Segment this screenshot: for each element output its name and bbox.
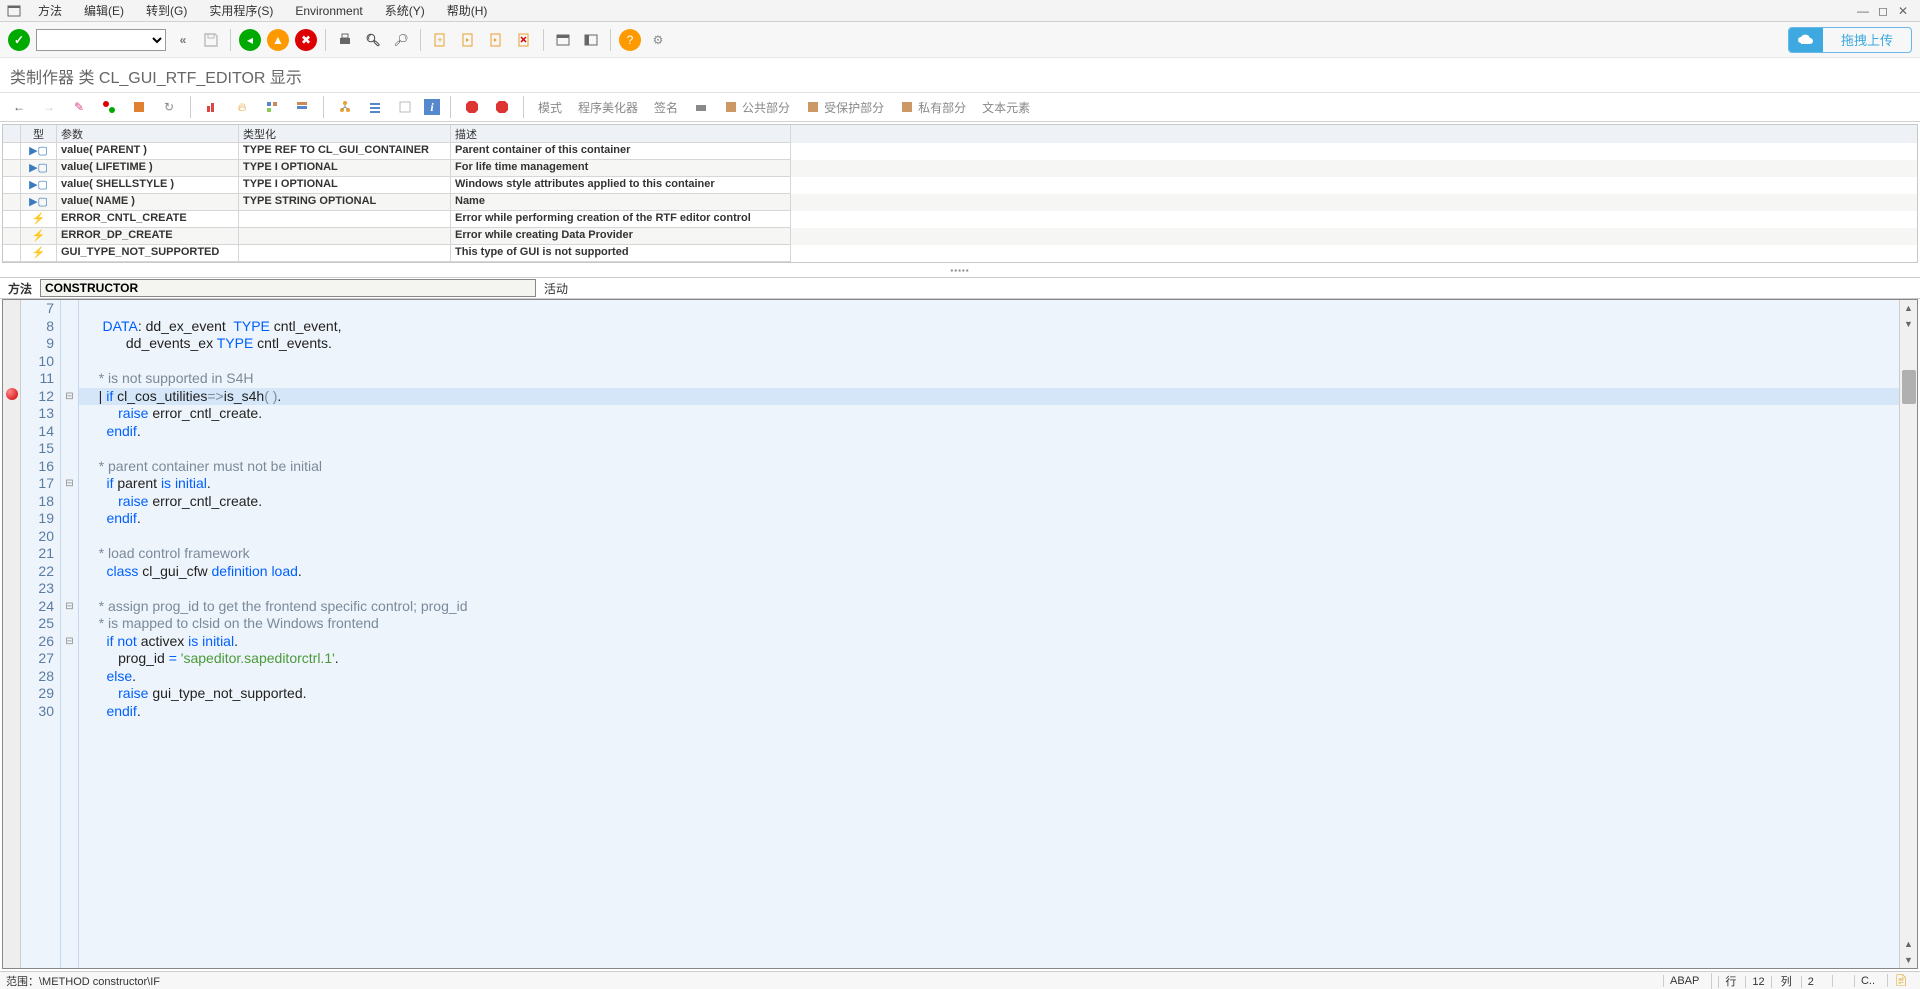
settings-icon[interactable]: ⚙: [647, 29, 669, 51]
minimize-icon[interactable]: ―: [1856, 4, 1870, 18]
display-change-icon[interactable]: ✎: [68, 96, 90, 118]
doc-left-icon[interactable]: [457, 29, 479, 51]
menu-method[interactable]: 方法: [28, 0, 72, 21]
inactive-icon[interactable]: [128, 96, 150, 118]
back-button[interactable]: ◂: [239, 29, 261, 51]
table-row[interactable]: ▶▢value( SHELLSTYLE )TYPE I OPTIONALWind…: [3, 177, 1917, 194]
doc-right-icon[interactable]: [485, 29, 507, 51]
col-type: 型: [21, 125, 57, 143]
refresh-icon[interactable]: ↻: [158, 96, 180, 118]
stop1-icon[interactable]: [461, 96, 483, 118]
info-icon[interactable]: i: [424, 99, 440, 115]
menu-environment[interactable]: Environment: [285, 2, 372, 20]
parameters-table: 型 参数 类型化 描述 ▶▢value( PARENT )TYPE REF TO…: [2, 124, 1918, 263]
collapse-icon[interactable]: «: [172, 29, 194, 51]
scroll-down-small-icon[interactable]: ▼: [1900, 316, 1917, 332]
method-header: 方法 活动: [0, 277, 1920, 299]
find-next-icon[interactable]: 🔎︎: [390, 29, 412, 51]
col-param: 参数: [57, 125, 239, 143]
tree1-icon[interactable]: [334, 96, 356, 118]
table-row[interactable]: ▶▢value( LIFETIME )TYPE I OPTIONALFor li…: [3, 160, 1917, 177]
code-editor[interactable]: 7891011121314151617181920212223242526272…: [2, 299, 1918, 969]
menu-system[interactable]: 系统(Y): [375, 0, 435, 21]
maximize-icon[interactable]: ◻: [1876, 4, 1890, 18]
status-mode: C..: [1854, 975, 1881, 987]
method-label: 方法: [0, 280, 40, 297]
status-bar: 范围：\METHOD constructor\IF ABAP 行 12 列 2 …: [0, 971, 1920, 989]
scope-text: 范围：\METHOD constructor\IF: [6, 973, 160, 989]
check-icon[interactable]: [201, 96, 223, 118]
upload-dropzone[interactable]: 拖拽上传: [1788, 27, 1912, 53]
print-icon[interactable]: [334, 29, 356, 51]
window-controls: ― ◻ ✕: [1856, 4, 1914, 18]
signature-label[interactable]: 签名: [650, 99, 682, 116]
public-section-label[interactable]: 公共部分: [720, 99, 794, 116]
table-row[interactable]: ⚡ERROR_CNTL_CREATEError while performing…: [3, 211, 1917, 228]
print2-icon[interactable]: [690, 96, 712, 118]
table-row[interactable]: ▶▢value( PARENT )TYPE REF TO CL_GUI_CONT…: [3, 143, 1917, 160]
mode-label[interactable]: 模式: [534, 99, 566, 116]
status-lang: ABAP: [1663, 975, 1705, 987]
where-used-icon[interactable]: [261, 96, 283, 118]
fold-gutter[interactable]: ⊟⊟⊟⊟: [61, 300, 79, 968]
doc-cancel-icon[interactable]: [513, 29, 535, 51]
col-typing: 类型化: [239, 125, 451, 143]
nav-back-icon[interactable]: ←: [8, 96, 30, 118]
horizontal-splitter[interactable]: ▪▪▪▪▪: [0, 263, 1920, 277]
cloud-upload-icon: [1789, 28, 1823, 52]
system-menu-icon[interactable]: [6, 3, 22, 19]
standard-toolbar: ✓ « ◂ ▲ ✖ 🔍︎ 🔎︎ + ? ⚙ 拖拽上传: [0, 22, 1920, 58]
layout2-icon[interactable]: [580, 29, 602, 51]
breakpoint-gutter[interactable]: [3, 300, 21, 968]
scroll-down-icon[interactable]: ▼: [1900, 952, 1917, 968]
enter-button[interactable]: ✓: [8, 29, 30, 51]
display-object-list-icon[interactable]: [291, 96, 313, 118]
page-title: 类制作器 类 CL_GUI_RTF_EDITOR 显示: [0, 58, 1920, 92]
stop2-icon[interactable]: [491, 96, 513, 118]
find-icon[interactable]: 🔍︎: [362, 29, 384, 51]
new-session-icon[interactable]: +: [429, 29, 451, 51]
save-icon[interactable]: [200, 29, 222, 51]
close-icon[interactable]: ✕: [1896, 4, 1910, 18]
status-position: 行 12 列 2: [1711, 973, 1826, 989]
table-row[interactable]: ⚡GUI_TYPE_NOT_SUPPORTEDThis type of GUI …: [3, 245, 1917, 262]
app-toolbar: ← → ✎ ↻ 🔥︎ i 模式 程序美化器 签名 公共部分 受保护部分 私有部分…: [0, 92, 1920, 122]
layout1-icon[interactable]: [552, 29, 574, 51]
line-number-gutter: 7891011121314151617181920212223242526272…: [21, 300, 61, 968]
code-area[interactable]: DATA: dd_ex_event TYPE cntl_event, dd_ev…: [79, 300, 1899, 968]
method-status: 活动: [536, 280, 576, 297]
vertical-scrollbar[interactable]: ▲ ▼ ▲ ▼: [1899, 300, 1917, 968]
scroll-up-small-icon[interactable]: ▲: [1900, 936, 1917, 952]
other-object-icon[interactable]: [98, 96, 120, 118]
menu-utilities[interactable]: 实用程序(S): [199, 0, 283, 21]
svg-text:+: +: [437, 35, 442, 45]
method-name-field[interactable]: [40, 279, 536, 297]
exit-button[interactable]: ▲: [267, 29, 289, 51]
private-section-label[interactable]: 私有部分: [896, 99, 970, 116]
menu-edit[interactable]: 编辑(E): [74, 0, 134, 21]
activate-icon[interactable]: 🔥︎: [231, 96, 253, 118]
table-header-row: 型 参数 类型化 描述: [3, 125, 1917, 143]
cancel-button[interactable]: ✖: [295, 29, 317, 51]
nav-forward-icon[interactable]: →: [38, 96, 60, 118]
col-desc: 描述: [451, 125, 791, 143]
command-field[interactable]: [36, 29, 166, 51]
table-row[interactable]: ⚡ERROR_DP_CREATEError while creating Dat…: [3, 228, 1917, 245]
menu-goto[interactable]: 转到(G): [136, 0, 197, 21]
breakpoint-icon[interactable]: [6, 388, 18, 400]
status-icon[interactable]: 📄︎: [1887, 974, 1914, 987]
status-empty: [1832, 975, 1848, 987]
main-menubar: 方法 编辑(E) 转到(G) 实用程序(S) Environment 系统(Y)…: [0, 0, 1920, 22]
scroll-up-icon[interactable]: ▲: [1900, 300, 1917, 316]
tree2-icon[interactable]: [364, 96, 386, 118]
box-icon[interactable]: [394, 96, 416, 118]
menu-help[interactable]: 帮助(H): [437, 0, 498, 21]
beautifier-label[interactable]: 程序美化器: [574, 99, 642, 116]
table-row[interactable]: ▶▢value( NAME )TYPE STRING OPTIONALName: [3, 194, 1917, 211]
upload-label: 拖拽上传: [1823, 30, 1911, 49]
help-button[interactable]: ?: [619, 29, 641, 51]
text-elements-label[interactable]: 文本元素: [978, 99, 1034, 116]
protected-section-label[interactable]: 受保护部分: [802, 99, 888, 116]
scrollbar-thumb[interactable]: [1902, 370, 1916, 404]
